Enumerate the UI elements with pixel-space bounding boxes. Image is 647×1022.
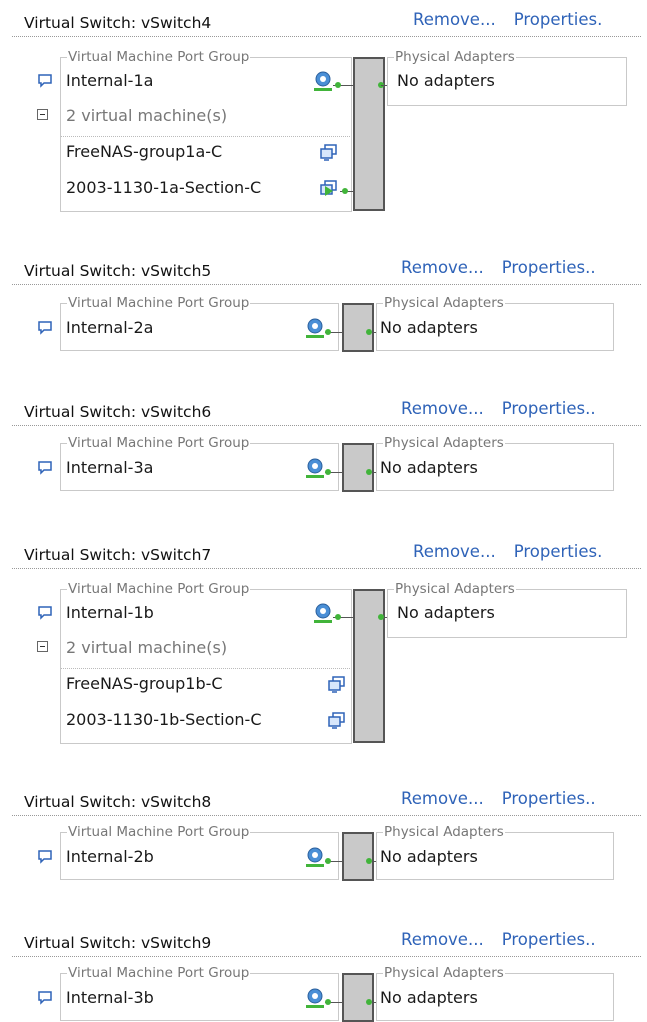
- divider: [12, 568, 641, 569]
- virtual-switch-bar: [342, 973, 374, 1022]
- port-node: [366, 858, 372, 864]
- network-adapter-icon: [306, 988, 324, 1008]
- port-node: [325, 469, 331, 475]
- port-node: [378, 614, 384, 620]
- port-node: [366, 469, 372, 475]
- properties-link[interactable]: Properties..: [502, 789, 596, 808]
- virtual-machine-icon: [320, 144, 337, 161]
- divider: [12, 956, 641, 957]
- switch-actions: Remove... Properties.: [413, 10, 602, 29]
- port-group-label[interactable]: Internal-2a: [66, 318, 153, 338]
- properties-link[interactable]: Properties.: [514, 542, 603, 561]
- switch-title: Virtual Switch: vSwitch6: [24, 403, 212, 421]
- properties-link[interactable]: Properties..: [502, 930, 596, 949]
- vm-item[interactable]: 2003-1130-1a-Section-C: [66, 178, 261, 198]
- virtual-switch-bar: [353, 57, 385, 211]
- port-group-legend: Virtual Machine Port Group: [67, 965, 251, 981]
- remove-link[interactable]: Remove...: [401, 399, 484, 418]
- no-adapters-label: No adapters: [380, 318, 478, 337]
- no-adapters-label: No adapters: [380, 988, 478, 1007]
- network-adapter-icon: [314, 603, 332, 623]
- no-adapters-label: No adapters: [380, 847, 478, 866]
- divider: [12, 36, 641, 37]
- port-group-label[interactable]: Internal-2b: [66, 847, 154, 867]
- comment-icon: [38, 850, 52, 864]
- divider: [12, 425, 641, 426]
- port-group-legend: Virtual Machine Port Group: [67, 435, 251, 451]
- switch-actions: Remove... Properties..: [401, 258, 596, 277]
- properties-link[interactable]: Properties..: [502, 258, 596, 277]
- remove-link[interactable]: Remove...: [401, 258, 484, 277]
- physical-adapters-legend: Physical Adapters: [383, 295, 505, 311]
- port-node: [335, 614, 341, 620]
- port-group-label[interactable]: Internal-3a: [66, 458, 153, 478]
- properties-link[interactable]: Properties.: [514, 10, 603, 29]
- virtual-machine-running-icon: [320, 180, 337, 196]
- no-adapters-label: No adapters: [380, 458, 478, 477]
- physical-adapters-legend: Physical Adapters: [383, 824, 505, 840]
- vm-item[interactable]: FreeNAS-group1a-C: [66, 142, 222, 162]
- port-node: [325, 999, 331, 1005]
- minus-icon[interactable]: [37, 109, 48, 120]
- port-group-legend: Virtual Machine Port Group: [67, 295, 251, 311]
- switch-actions: Remove... Properties.: [413, 542, 602, 561]
- no-adapters-label: No adapters: [397, 603, 495, 622]
- port-node: [366, 999, 372, 1005]
- network-adapter-icon: [306, 458, 324, 478]
- remove-link[interactable]: Remove...: [413, 542, 496, 561]
- vm-item[interactable]: FreeNAS-group1b-C: [66, 674, 223, 694]
- virtual-switch-bar: [342, 303, 374, 352]
- switch-title: Virtual Switch: vSwitch4: [24, 14, 212, 32]
- port-node: [366, 329, 372, 335]
- port-node: [325, 329, 331, 335]
- port-group-legend: Virtual Machine Port Group: [67, 581, 251, 597]
- comment-icon: [38, 321, 52, 335]
- switch-title: Virtual Switch: vSwitch5: [24, 262, 212, 280]
- remove-link[interactable]: Remove...: [401, 930, 484, 949]
- switch-title: Virtual Switch: vSwitch8: [24, 793, 212, 811]
- virtual-switch-bar: [342, 443, 374, 492]
- switch-actions: Remove... Properties..: [401, 399, 596, 418]
- comment-icon: [38, 461, 52, 475]
- comment-icon: [38, 74, 52, 88]
- network-adapter-icon: [306, 847, 324, 867]
- remove-link[interactable]: Remove...: [401, 789, 484, 808]
- physical-adapters-legend: Physical Adapters: [394, 581, 516, 597]
- virtual-machine-icon: [328, 676, 345, 693]
- physical-adapters-legend: Physical Adapters: [383, 965, 505, 981]
- port-group-legend: Virtual Machine Port Group: [67, 824, 251, 840]
- switch-title: Virtual Switch: vSwitch7: [24, 546, 212, 564]
- divider: [12, 284, 641, 285]
- minus-icon[interactable]: [37, 641, 48, 652]
- comment-icon: [38, 991, 52, 1005]
- virtual-machine-icon: [328, 712, 345, 729]
- divider: [12, 815, 641, 816]
- switch-actions: Remove... Properties..: [401, 930, 596, 949]
- no-adapters-label: No adapters: [397, 71, 495, 90]
- vm-item[interactable]: 2003-1130-1b-Section-C: [66, 710, 261, 730]
- remove-link[interactable]: Remove...: [413, 10, 496, 29]
- port-group-label[interactable]: Internal-1b: [66, 603, 154, 623]
- virtual-switch-bar: [342, 832, 374, 881]
- physical-adapters-legend: Physical Adapters: [383, 435, 505, 451]
- network-adapter-icon: [314, 71, 332, 91]
- port-node: [325, 858, 331, 864]
- port-node: [342, 188, 348, 194]
- port-group-legend: Virtual Machine Port Group: [67, 49, 251, 65]
- virtual-switch-bar: [353, 589, 385, 743]
- port-group-label[interactable]: Internal-3b: [66, 988, 154, 1008]
- vm-count-label[interactable]: 2 virtual machine(s): [66, 638, 227, 658]
- row-divider: [61, 668, 350, 669]
- port-node: [335, 82, 341, 88]
- comment-icon: [38, 606, 52, 620]
- properties-link[interactable]: Properties..: [502, 399, 596, 418]
- port-group-label[interactable]: Internal-1a: [66, 71, 153, 91]
- switch-title: Virtual Switch: vSwitch9: [24, 934, 212, 952]
- physical-adapters-legend: Physical Adapters: [394, 49, 516, 65]
- row-divider: [61, 136, 350, 137]
- switch-actions: Remove... Properties..: [401, 789, 596, 808]
- network-adapter-icon: [306, 318, 324, 338]
- vm-count-label[interactable]: 2 virtual machine(s): [66, 106, 227, 126]
